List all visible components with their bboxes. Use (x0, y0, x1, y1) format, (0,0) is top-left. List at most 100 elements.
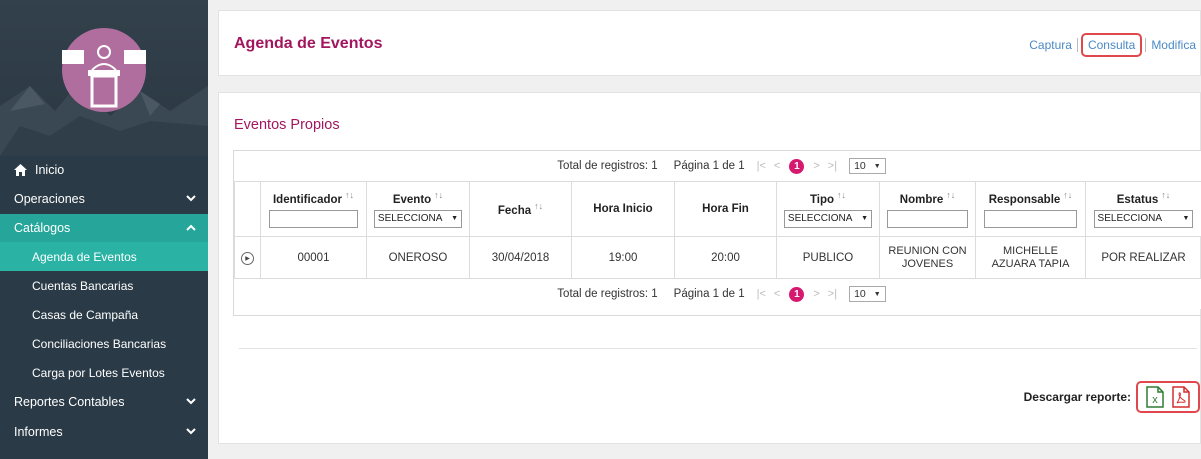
expand-cell[interactable]: ▶ (234, 236, 261, 279)
sidebar-item-operaciones[interactable]: Operaciones (0, 184, 208, 214)
col-responsable[interactable]: Responsable ↑↓ (975, 181, 1086, 237)
column-label: Fecha (497, 204, 532, 217)
submenu-carga-por-lotes-eventos[interactable]: Carga por Lotes Eventos (0, 358, 208, 387)
sort-icon[interactable]: ↑↓ (1161, 190, 1170, 200)
sort-icon[interactable]: ↑↓ (345, 190, 354, 200)
page-size-select[interactable]: 10 ▼ (849, 158, 886, 174)
download-label: Descargar reporte: (1023, 390, 1131, 404)
submenu-cuentas-bancarias[interactable]: Cuentas Bancarias (0, 271, 208, 300)
page-info: Página 1 de 1 (673, 288, 745, 300)
sidebar-item-informes[interactable]: Informes (0, 417, 208, 447)
col-nombre[interactable]: Nombre ↑↓ (879, 181, 976, 237)
column-label: Responsable (988, 193, 1061, 206)
responsable-filter-input[interactable] (984, 209, 1077, 228)
cell-fecha: 30/04/2018 (469, 236, 572, 279)
col-evento[interactable]: Evento ↑↓ SELECCIONA ▼ (366, 181, 470, 237)
modifica-link[interactable]: Modifica (1147, 38, 1200, 52)
col-tipo[interactable]: Tipo ↑↓ SELECCIONA ▼ (776, 181, 880, 237)
submenu-label: Casas de Campaña (32, 307, 139, 322)
select-value: SELECCIONA (787, 212, 853, 224)
pager-top: Total de registros: 1 Página 1 de 1 |< <… (234, 151, 1201, 181)
section-title: Eventos Propios (234, 117, 340, 133)
nombre-filter-input[interactable] (887, 209, 968, 228)
chevron-down-icon (186, 195, 196, 202)
sidebar-item-reportes-contables[interactable]: Reportes Contables (0, 387, 208, 417)
captura-link[interactable]: Captura (1025, 38, 1076, 52)
caret-down-icon: ▼ (861, 214, 869, 222)
page-title: Agenda de Eventos (234, 35, 383, 52)
identificador-filter-input[interactable] (269, 209, 358, 228)
next-page-icon[interactable]: > (813, 160, 819, 172)
first-page-icon[interactable]: |< (757, 288, 766, 300)
current-page[interactable]: 1 (789, 286, 805, 302)
podium-logo (62, 28, 146, 112)
events-grid: Total de registros: 1 Página 1 de 1 |< <… (233, 150, 1201, 316)
sort-icon[interactable]: ↑↓ (1063, 190, 1072, 200)
sidebar: Inicio Operaciones Catálogos Agenda de E… (0, 0, 208, 459)
sidebar-banner (0, 0, 208, 156)
page-size-value: 10 (854, 288, 866, 300)
total-records: Total de registros: 1 (557, 288, 658, 300)
page-size-select[interactable]: 10 ▼ (849, 286, 886, 302)
table-header-row: Identificador ↑↓ Evento ↑↓ SELECCIONA ▼ Fech… (234, 181, 1201, 237)
cell-identificador: 00001 (260, 236, 367, 279)
cell-hora-inicio: 19:00 (571, 236, 675, 279)
next-page-icon[interactable]: > (813, 288, 819, 300)
prev-page-icon[interactable]: < (774, 288, 780, 300)
cell-tipo: PUBLICO (776, 236, 880, 279)
table-row[interactable]: ▶ 00001 ONEROSO 30/04/2018 19:00 20:00 P… (234, 236, 1201, 279)
last-page-icon[interactable]: >| (828, 160, 837, 172)
cell-nombre: REUNION CON JOVENES (879, 236, 976, 279)
sidebar-menu: Inicio Operaciones Catálogos Agenda de E… (0, 156, 208, 447)
current-page[interactable]: 1 (789, 158, 805, 174)
submenu-label: Cuentas Bancarias (32, 278, 134, 293)
col-identificador[interactable]: Identificador ↑↓ (260, 181, 367, 237)
main-panel: Eventos Propios Total de registros: 1 Pá… (218, 92, 1201, 444)
link-separator (1076, 38, 1078, 52)
caret-down-icon: ▼ (1182, 214, 1190, 222)
sort-icon[interactable]: ↑↓ (837, 190, 846, 200)
col-fecha[interactable]: Fecha ↑↓ (469, 181, 572, 237)
submenu-casas-de-campana[interactable]: Casas de Campaña (0, 300, 208, 329)
cell-estatus: POR REALIZAR (1085, 236, 1201, 279)
column-label: Evento (392, 193, 432, 206)
sidebar-item-label: Catálogos (14, 221, 71, 235)
page-size-value: 10 (854, 160, 866, 172)
excel-icon[interactable]: x (1145, 386, 1165, 408)
sidebar-item-inicio[interactable]: Inicio (0, 156, 208, 184)
prev-page-icon[interactable]: < (774, 160, 780, 172)
submenu-label: Agenda de Eventos (32, 249, 137, 264)
caret-down-icon: ▼ (873, 290, 881, 298)
sort-icon[interactable]: ↑↓ (534, 201, 543, 211)
caret-down-icon: ▼ (873, 162, 881, 170)
events-table: Identificador ↑↓ Evento ↑↓ SELECCIONA ▼ Fech… (234, 181, 1201, 279)
col-estatus[interactable]: Estatus ↑↓ SELECCIONA ▼ (1085, 181, 1201, 237)
estatus-filter-select[interactable]: SELECCIONA ▼ (1093, 209, 1194, 228)
first-page-icon[interactable]: |< (757, 160, 766, 172)
evento-filter-select[interactable]: SELECCIONA ▼ (373, 209, 463, 228)
expand-row-icon[interactable]: ▶ (241, 251, 254, 265)
last-page-icon[interactable]: >| (828, 288, 837, 300)
pdf-icon[interactable] (1171, 386, 1191, 408)
submenu-agenda-de-eventos[interactable]: Agenda de Eventos (0, 242, 208, 271)
expand-column-header (234, 181, 261, 237)
sort-icon[interactable]: ↑↓ (434, 190, 443, 200)
caret-down-icon: ▼ (451, 214, 459, 222)
tipo-filter-select[interactable]: SELECCIONA ▼ (783, 209, 873, 228)
sort-icon[interactable]: ↑↓ (946, 190, 955, 200)
cell-responsable: MICHELLE AZUARA TAPIA (975, 236, 1086, 279)
column-label: Estatus (1116, 193, 1159, 206)
select-value: SELECCIONA (1097, 212, 1163, 224)
svg-text:x: x (1152, 394, 1158, 406)
page-info: Página 1 de 1 (673, 160, 745, 172)
column-label: Identificador (272, 193, 342, 206)
page-header: Agenda de Eventos Captura Consulta Modif… (218, 10, 1201, 76)
chevron-down-icon (186, 398, 196, 405)
column-label: Hora Fin (702, 203, 749, 215)
sidebar-item-label: Reportes Contables (14, 395, 125, 409)
consulta-link[interactable]: Consulta (1080, 33, 1143, 57)
submenu-conciliaciones-bancarias[interactable]: Conciliaciones Bancarias (0, 329, 208, 358)
divider (239, 348, 1197, 349)
sidebar-item-catalogos[interactable]: Catálogos (0, 214, 208, 242)
home-icon (14, 164, 27, 176)
